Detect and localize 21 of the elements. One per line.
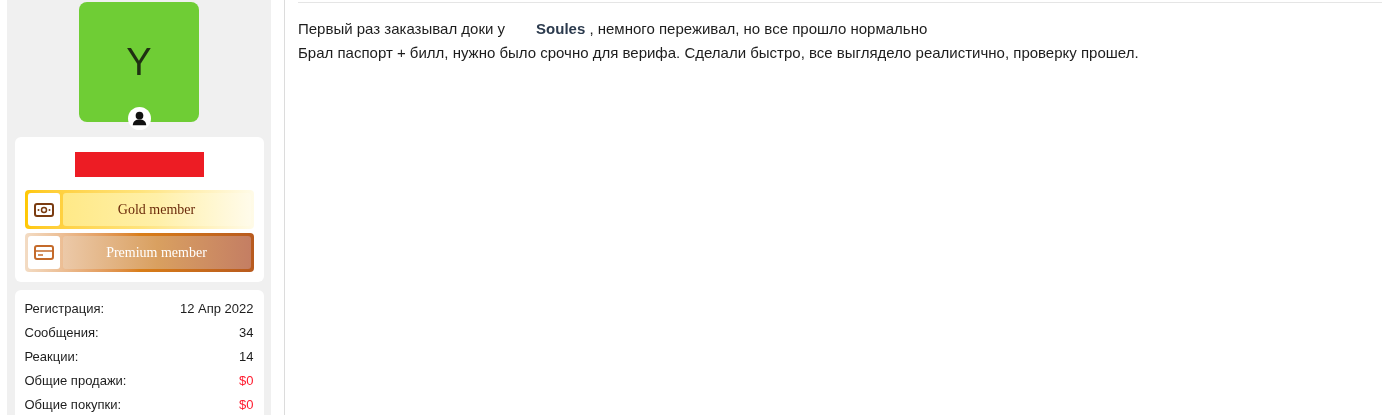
stat-value: $0 — [239, 372, 254, 390]
stat-value: $0 — [239, 396, 254, 414]
badge-label: Premium member — [106, 244, 207, 262]
avatar-letter: Y — [126, 39, 152, 85]
stat-label: Реакции: — [24, 348, 79, 366]
stat-label: Регистрация: — [24, 300, 105, 318]
stat-label: Общие продажи: — [24, 372, 127, 390]
card-icon — [33, 245, 54, 260]
stat-value: 14 — [239, 348, 254, 366]
avatar[interactable]: Y — [79, 2, 199, 122]
stat-label: Общие покупки: — [24, 396, 122, 414]
post-text: , немного переживал, но все прошло нормально — [589, 20, 928, 37]
user-icon — [128, 107, 151, 130]
post-text: Брал паспорт + билл, нужно было срочно для верифа. Сделали быстро, все выглядело реалистично, проверку прошел. — [298, 43, 1140, 63]
user-mention-link[interactable]: Soules — [536, 20, 586, 37]
stat-value: 12 Апр 2022 — [179, 300, 254, 318]
badge-label: Gold member — [117, 201, 196, 219]
stat-label: Сообщения: — [24, 324, 99, 342]
stat-value: 34 — [239, 324, 254, 342]
banknote-icon — [33, 202, 54, 217]
post-text: Первый раз заказывал доки у — [298, 20, 506, 37]
